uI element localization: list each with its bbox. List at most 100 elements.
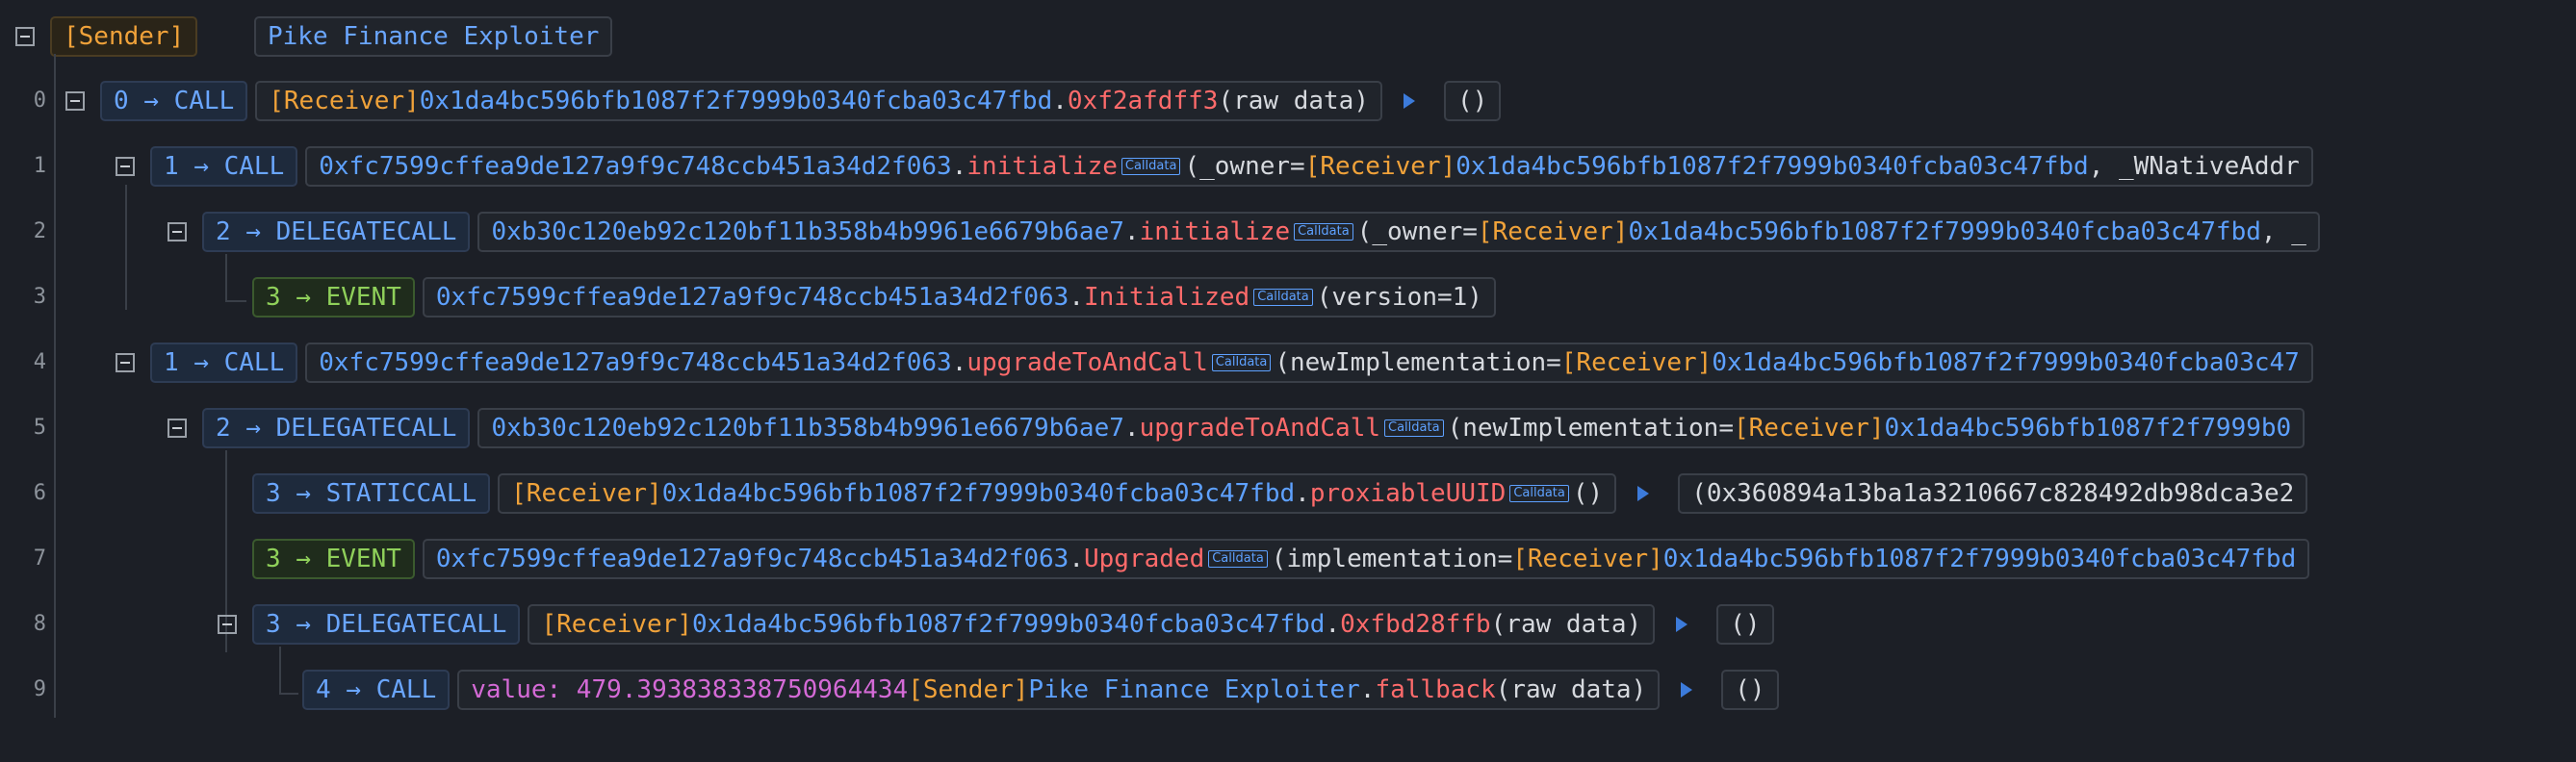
val-text: value: 479.393838338750964434 — [471, 675, 909, 704]
plain-text: . — [1123, 217, 1140, 246]
sender-text: [Receiver] — [1560, 348, 1713, 377]
fn-text: Upgraded — [1084, 545, 1205, 573]
call-detail[interactable]: 0xb30c120eb92c120bf11b358b4b9961e6679b6a… — [477, 212, 2320, 252]
call-result: () — [1716, 604, 1774, 645]
calldata-icon[interactable]: Calldata — [1509, 485, 1569, 502]
addr-text: 0xfc7599cffea9de127a9f9c748ccb451a34d2f0… — [435, 283, 1069, 312]
calldata-icon[interactable]: Calldata — [1384, 419, 1444, 437]
fn-text: 0xf2afdff3 — [1067, 87, 1219, 115]
plain-text: (implementation= — [1271, 545, 1513, 573]
calldata-icon[interactable]: Calldata — [1294, 223, 1353, 241]
tree-guide — [279, 647, 281, 693]
calldata-icon[interactable]: Calldata — [1253, 289, 1313, 306]
call-detail[interactable]: [Receiver] 0x1da4bc596bfb1087f2f7999b034… — [528, 604, 1656, 645]
call-type-badge: 1 → CALL — [150, 146, 298, 187]
expand-result-icon[interactable] — [1637, 486, 1650, 501]
call-type-badge: 3 → STATICCALL — [252, 473, 491, 514]
plain-text: (_owner= — [1184, 152, 1305, 181]
calldata-icon[interactable]: Calldata — [1211, 354, 1272, 371]
sender-text: [Receiver] — [1304, 152, 1456, 181]
addr-text: 0x1da4bc596bfb1087f2f7999b0340fcba03c47f… — [419, 87, 1053, 115]
addr-text: 0xfc7599cffea9de127a9f9c748ccb451a34d2f0… — [319, 152, 952, 181]
sender-tag: [Sender] — [50, 16, 198, 57]
sender-text: [Receiver] — [269, 87, 420, 115]
addr-text: 0xb30c120eb92c120bf11b358b4b9961e6679b6a… — [491, 217, 1124, 246]
tree-guide — [54, 54, 56, 718]
expand-result-icon[interactable] — [1676, 617, 1688, 632]
plain-text: . — [1359, 675, 1376, 704]
fn-text: Initialized — [1084, 283, 1250, 312]
call-detail[interactable]: 0xfc7599cffea9de127a9f9c748ccb451a34d2f0… — [305, 343, 2313, 383]
sender-text: [Receiver] — [541, 610, 692, 639]
call-type-badge: 1 → CALL — [150, 343, 298, 383]
call-type-badge: 0 → CALL — [100, 81, 248, 121]
fn-text: upgradeToAndCall — [966, 348, 1208, 377]
call-detail[interactable]: 0xfc7599cffea9de127a9f9c748ccb451a34d2f0… — [422, 539, 2310, 579]
fn-text: initialize — [966, 152, 1118, 181]
addr-text: 0x1da4bc596bfb1087f2f7999b0340fcba03c47f… — [1628, 217, 2261, 246]
call-detail[interactable]: value: 479.393838338750964434 [Sender] P… — [457, 670, 1661, 710]
plain-text: . — [1295, 479, 1310, 508]
sender-name[interactable]: Pike Finance Exploiter — [254, 16, 613, 57]
plain-text: () — [1572, 479, 1604, 508]
calldata-icon[interactable]: Calldata — [1208, 550, 1268, 568]
addr-text: 0xfc7599cffea9de127a9f9c748ccb451a34d2f0… — [319, 348, 952, 377]
plain-text: . — [1052, 87, 1068, 115]
row-number: 8 — [33, 612, 46, 636]
tree-guide — [225, 300, 246, 302]
row-number: 9 — [33, 677, 46, 701]
tree-guide — [225, 254, 227, 302]
expand-result-icon[interactable] — [1681, 682, 1693, 698]
addr-text: 0xb30c120eb92c120bf11b358b4b9961e6679b6a… — [491, 414, 1124, 443]
row-number: 3 — [33, 285, 46, 309]
collapse-toggle[interactable] — [116, 353, 135, 372]
collapse-toggle[interactable] — [167, 419, 187, 438]
plain-text: (_owner= — [1356, 217, 1478, 246]
fn-text: 0xfbd28ffb — [1340, 610, 1491, 639]
addr-text: Pike Finance Exploiter — [1028, 675, 1360, 704]
collapse-toggle[interactable] — [116, 157, 135, 176]
call-type-badge: 3 → DELEGATECALL — [252, 604, 521, 645]
fn-text: proxiableUUID — [1309, 479, 1507, 508]
plain-text: , _ — [2260, 217, 2306, 246]
plain-text: , _WNativeAddr — [2088, 152, 2300, 181]
plain-text: . — [951, 348, 967, 377]
addr-text: 0xfc7599cffea9de127a9f9c748ccb451a34d2f0… — [435, 545, 1069, 573]
plain-text: . — [1069, 283, 1084, 312]
call-detail[interactable]: 0xb30c120eb92c120bf11b358b4b9961e6679b6a… — [477, 408, 2306, 448]
plain-text: (version=1) — [1316, 283, 1482, 312]
row-number: 6 — [33, 481, 46, 505]
plain-text: . — [1123, 414, 1140, 443]
call-detail[interactable]: [Receiver] 0x1da4bc596bfb1087f2f7999b034… — [498, 473, 1617, 514]
collapse-toggle[interactable] — [167, 222, 187, 241]
call-result: (0x360894a13ba1a3210667c828492db98dca3e2 — [1678, 473, 2308, 514]
tree-guide — [279, 693, 298, 695]
call-detail[interactable]: 0xfc7599cffea9de127a9f9c748ccb451a34d2f0… — [305, 146, 2313, 187]
addr-text: 0x1da4bc596bfb1087f2f7999b0340fcba03c47f… — [1662, 545, 2297, 573]
expand-result-icon[interactable] — [1403, 93, 1415, 109]
plain-text: (raw data) — [1495, 675, 1647, 704]
call-result: () — [1721, 670, 1779, 710]
sender-text: [Receiver] — [511, 479, 662, 508]
row-number: 2 — [33, 219, 46, 243]
fn-text: upgradeToAndCall — [1139, 414, 1381, 443]
call-type-badge: 2 → DELEGATECALL — [202, 212, 471, 252]
addr-text: 0x1da4bc596bfb1087f2f7999b0 — [1884, 414, 2292, 443]
plain-text: (raw data) — [1490, 610, 1642, 639]
call-type-badge: 4 → CALL — [302, 670, 451, 710]
sender-text: [Sender] — [908, 675, 1029, 704]
calldata-icon[interactable]: Calldata — [1121, 158, 1181, 175]
call-detail[interactable]: 0xfc7599cffea9de127a9f9c748ccb451a34d2f0… — [422, 277, 1496, 318]
collapse-toggle-root[interactable] — [15, 27, 35, 46]
call-detail[interactable]: [Receiver] 0x1da4bc596bfb1087f2f7999b034… — [255, 81, 1382, 121]
plain-text: . — [951, 152, 967, 181]
plain-text: (raw data) — [1218, 87, 1369, 115]
addr-text: 0x1da4bc596bfb1087f2f7999b0340fcba03c47 — [1712, 348, 2300, 377]
collapse-toggle[interactable] — [65, 91, 85, 111]
plain-text: . — [1069, 545, 1084, 573]
plain-text: (newImplementation= — [1447, 414, 1734, 443]
row-number: 5 — [33, 416, 46, 440]
collapse-toggle[interactable] — [218, 615, 237, 634]
row-number: 4 — [33, 350, 46, 374]
tree-guide — [125, 185, 127, 310]
